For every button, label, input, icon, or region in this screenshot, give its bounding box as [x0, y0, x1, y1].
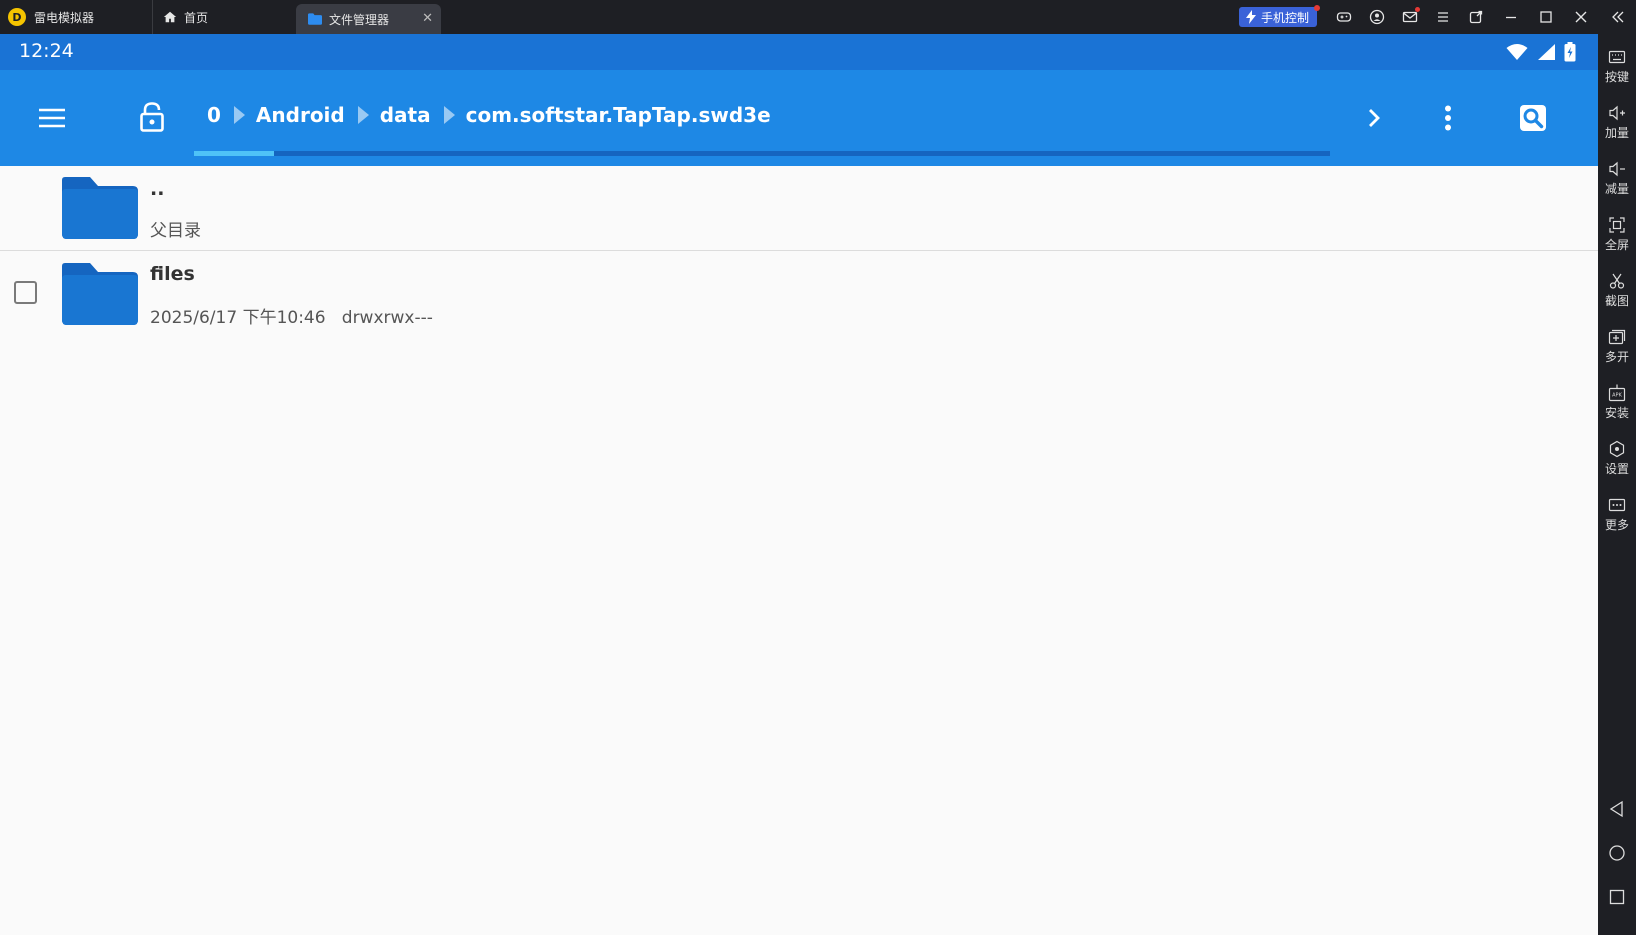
file-list: .. 父目录 files 2025/6/17 下午10:46 drwxrwx--… — [0, 166, 1598, 335]
load-progress-fill — [194, 151, 274, 156]
more-icon — [1608, 498, 1626, 512]
tab-close-icon[interactable]: ✕ — [422, 11, 433, 26]
close-icon[interactable] — [1572, 8, 1590, 26]
tab-file-manager-label: 文件管理器 — [329, 12, 390, 27]
sidebar-item-keys[interactable]: 按键 — [1598, 48, 1636, 85]
folder-icon — [308, 13, 322, 25]
sidebar-item-label: 更多 — [1604, 518, 1629, 532]
sidebar-item-label: 截图 — [1604, 294, 1629, 308]
sidebar-item-settings[interactable]: 设置 — [1598, 440, 1636, 477]
breadcrumb-item-android[interactable]: Android — [256, 103, 345, 127]
breadcrumb-item-data[interactable]: data — [380, 103, 431, 127]
collapse-sidebar-icon[interactable] — [1609, 8, 1627, 26]
signal-icon — [1538, 44, 1555, 60]
back-icon[interactable] — [1608, 800, 1626, 818]
breadcrumb: 0 Android data com.softstar.TapTap.swd3e — [207, 103, 771, 127]
sidebar-item-install[interactable]: APK 安装 — [1598, 384, 1636, 421]
folder-icon — [62, 177, 138, 239]
sidebar-item-label: 全屏 — [1604, 238, 1629, 252]
status-icons — [1506, 42, 1576, 62]
phone-control-button[interactable]: 手机控制 — [1239, 5, 1321, 27]
sidebar-item-label: 按键 — [1604, 70, 1629, 84]
folder-icon — [62, 263, 138, 325]
scissors-icon — [1609, 273, 1625, 289]
breadcrumb-separator-icon — [443, 106, 455, 124]
sidebar-item-label: 加量 — [1604, 126, 1629, 140]
home-icon — [163, 11, 177, 23]
lightning-icon — [1246, 10, 1256, 24]
sidebar-item-fullscreen[interactable]: 全屏 — [1598, 216, 1636, 253]
menu-icon[interactable] — [1434, 8, 1452, 26]
ldplayer-logo-icon: D — [8, 8, 26, 26]
settings-icon — [1609, 440, 1625, 458]
mail-notification-dot — [1415, 7, 1420, 12]
sidebar-item-volume-down[interactable]: 减量 — [1598, 160, 1636, 197]
restore-window-icon[interactable] — [1467, 8, 1485, 26]
emulator-titlebar: D 雷电模拟器 首页 文件管理器 ✕ 手机控制 — [0, 0, 1636, 34]
maximize-icon[interactable] — [1537, 8, 1555, 26]
android-statusbar: 12:24 — [0, 34, 1598, 70]
multi-instance-icon — [1608, 329, 1626, 345]
app-name: 雷电模拟器 — [34, 10, 95, 25]
breadcrumb-separator-icon — [357, 106, 369, 124]
home-circle-icon[interactable] — [1608, 844, 1626, 862]
file-name: files — [150, 263, 195, 285]
sidebar-item-label: 安装 — [1604, 406, 1629, 420]
sidebar-item-label: 减量 — [1604, 182, 1629, 196]
tab-home-label: 首页 — [184, 10, 209, 25]
mail-icon[interactable] — [1401, 7, 1420, 26]
file-subtitle: 父目录 — [150, 221, 201, 241]
svg-text:APK: APK — [1612, 393, 1622, 399]
file-name: .. — [150, 178, 165, 200]
app-brand: D 雷电模拟器 — [8, 0, 94, 34]
account-icon[interactable] — [1368, 8, 1386, 26]
minimize-icon[interactable] — [1502, 8, 1520, 26]
file-meta: 2025/6/17 下午10:46 drwxrwx--- — [150, 303, 433, 328]
volume-down-icon — [1609, 161, 1625, 177]
apk-install-icon: APK — [1608, 384, 1626, 402]
sidebar-item-multi-instance[interactable]: 多开 — [1598, 328, 1636, 365]
file-date: 2025/6/17 下午10:46 — [150, 308, 326, 328]
sidebar-item-label: 多开 — [1604, 350, 1629, 364]
status-clock: 12:24 — [19, 40, 74, 62]
list-item-files[interactable]: files 2025/6/17 下午10:46 drwxrwx--- — [0, 251, 1598, 335]
sidebar-item-more[interactable]: 更多 — [1598, 496, 1636, 533]
sidebar-item-volume-up[interactable]: 加量 — [1598, 104, 1636, 141]
phone-control-label: 手机控制 — [1261, 10, 1310, 25]
breadcrumb-separator-icon — [233, 106, 245, 124]
wifi-icon — [1506, 44, 1528, 60]
gamepad-icon[interactable] — [1335, 8, 1353, 26]
list-item-parent-directory[interactable]: .. 父目录 — [0, 166, 1598, 251]
volume-up-icon — [1609, 105, 1625, 121]
keyboard-icon — [1608, 50, 1626, 64]
more-vert-icon[interactable] — [1430, 98, 1466, 138]
select-checkbox[interactable] — [14, 281, 37, 304]
file-permissions: drwxrwx--- — [341, 308, 433, 328]
fullscreen-icon — [1609, 217, 1625, 233]
tab-file-manager[interactable]: 文件管理器 ✕ — [296, 4, 441, 34]
battery-icon — [1564, 42, 1576, 62]
file-manager-toolbar: 0 Android data com.softstar.TapTap.swd3e — [0, 70, 1598, 166]
chevron-right-icon[interactable] — [1356, 100, 1392, 136]
unlock-icon[interactable] — [134, 98, 170, 136]
load-progress-bar — [194, 151, 1330, 156]
breadcrumb-item-package[interactable]: com.softstar.TapTap.swd3e — [466, 103, 771, 127]
emulator-sidebar: 按键 加量 减量 全屏 截图 多开 APK 安装 设置 更多 — [1598, 34, 1636, 935]
sidebar-item-label: 设置 — [1604, 462, 1629, 476]
breadcrumb-item-storage[interactable]: 0 — [207, 103, 221, 127]
sidebar-item-screenshot[interactable]: 截图 — [1598, 272, 1636, 309]
recents-icon[interactable] — [1608, 888, 1626, 906]
hamburger-menu-icon[interactable] — [34, 100, 70, 136]
tab-home[interactable]: 首页 — [152, 0, 208, 34]
search-icon[interactable] — [1513, 98, 1553, 138]
notification-dot — [1314, 5, 1321, 11]
